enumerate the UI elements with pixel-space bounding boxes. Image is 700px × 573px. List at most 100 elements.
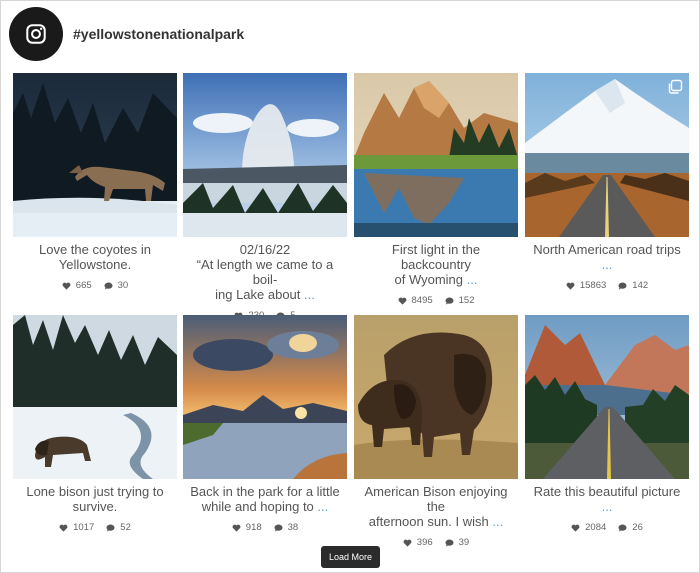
caption-line: Rate this beautiful picture ... (533, 484, 681, 514)
comments-count: 152 (458, 295, 475, 306)
caption-line: Lone bison just trying to (26, 484, 164, 499)
likes-count: 665 (75, 280, 92, 291)
caption-line: while and hoping to ... (201, 499, 329, 514)
likes: 1017 (59, 522, 94, 533)
comments-count: 26 (632, 522, 643, 533)
caption-line: ing Lake about ... (215, 287, 315, 302)
heart-icon (398, 297, 406, 305)
comments-count: 52 (120, 522, 131, 533)
likes-count: 2084 (585, 522, 607, 533)
comment-icon (445, 539, 454, 547)
caption-line: afternoon sun. I wish ... (368, 514, 504, 529)
post-image-valley-road[interactable] (525, 315, 689, 479)
post-card: North American road trips ... 15863 142 (525, 73, 689, 291)
caption-line: First light in the backcountry (391, 242, 481, 272)
caption-line: Love the coyotes in (38, 242, 152, 257)
caption-line: American Bison enjoying the (364, 484, 508, 514)
caption-more-link[interactable]: ... (602, 257, 613, 272)
feed-handle[interactable]: #yellowstonenationalpark (73, 26, 244, 42)
caption-line: “At length we came to a boil- (196, 257, 334, 287)
post-caption: First light in the backcountry of Wyomin… (354, 242, 518, 287)
post-card: Lone bison just trying to survive. 1017 … (13, 315, 177, 533)
post-stats: 8495 152 (354, 295, 518, 306)
instagram-feed: #yellowstonenationalpark Love the coyote… (0, 0, 700, 573)
caption-line: Yellowstone. (58, 257, 132, 272)
caption-more-link[interactable]: ... (317, 499, 328, 514)
post-caption: Rate this beautiful picture ... (525, 484, 689, 514)
post-image-geyser[interactable] (183, 73, 347, 237)
likes: 8495 (398, 295, 433, 306)
comment-icon (618, 282, 627, 290)
post-caption: 02/16/22 “At length we came to a boil- i… (183, 242, 347, 302)
load-more-button[interactable]: Load More (321, 546, 380, 568)
likes: 665 (62, 280, 92, 291)
comments: 30 (104, 280, 129, 291)
heart-icon (403, 539, 412, 547)
post-card: American Bison enjoying the afternoon su… (354, 315, 518, 548)
carousel-icon (668, 79, 683, 94)
caption-line: survive. (72, 499, 118, 514)
heart-icon (62, 282, 71, 290)
likes: 918 (232, 522, 262, 533)
heart-icon (59, 524, 68, 532)
heart-icon (232, 524, 241, 532)
caption-line: of Wyoming ... (394, 272, 478, 287)
comments: 152 (445, 295, 475, 306)
post-stats: 1017 52 (13, 522, 177, 533)
comment-icon (445, 297, 454, 305)
post-stats: 2084 26 (525, 522, 689, 533)
comment-icon (618, 524, 627, 532)
comment-icon (274, 524, 283, 532)
post-caption: Love the coyotes in Yellowstone. (13, 242, 177, 272)
caption-line: Back in the park for a little (190, 484, 340, 499)
likes: 396 (403, 537, 433, 548)
post-stats: 918 38 (183, 522, 347, 533)
post-image-mountain-lake[interactable] (354, 73, 518, 237)
post-image-sunset-lake[interactable] (183, 315, 347, 479)
post-image-coyote[interactable] (13, 73, 177, 237)
comments-count: 39 (458, 537, 470, 548)
comment-icon (106, 524, 115, 532)
post-caption: North American road trips ... (525, 242, 689, 272)
instagram-icon (26, 24, 46, 44)
feed-header: #yellowstonenationalpark (9, 7, 244, 61)
instagram-avatar[interactable] (9, 7, 63, 61)
comments: 52 (106, 522, 131, 533)
post-image-bison-snow[interactable] (13, 315, 177, 479)
likes-count: 15863 (579, 280, 607, 291)
comments: 38 (274, 522, 299, 533)
comments-count: 142 (632, 280, 649, 291)
post-card: First light in the backcountry of Wyomin… (354, 73, 518, 306)
post-image-bison-pair[interactable] (354, 315, 518, 479)
post-caption: American Bison enjoying the afternoon su… (354, 484, 518, 529)
post-stats: 665 30 (13, 280, 177, 291)
caption-more-link[interactable]: ... (602, 499, 613, 514)
heart-icon (566, 282, 575, 290)
post-caption: Lone bison just trying to survive. (13, 484, 177, 514)
likes-count: 1017 (73, 522, 95, 533)
post-card: 02/16/22 “At length we came to a boil- i… (183, 73, 347, 321)
caption-line: 02/16/22 (239, 242, 291, 257)
comments-count: 30 (117, 280, 129, 291)
likes-count: 8495 (411, 295, 433, 306)
caption-more-link[interactable]: ... (492, 514, 503, 529)
heart-icon (571, 524, 580, 532)
post-card: Back in the park for a little while and … (183, 315, 347, 533)
comments-count: 38 (287, 522, 299, 533)
post-card: Rate this beautiful picture ... 2084 26 (525, 315, 689, 533)
comments: 142 (618, 280, 648, 291)
post-caption: Back in the park for a little while and … (183, 484, 347, 514)
comment-icon (104, 282, 113, 290)
post-stats: 15863 142 (525, 280, 689, 291)
caption-line: North American road trips ... (533, 242, 681, 272)
post-card: Love the coyotes in Yellowstone. 665 30 (13, 73, 177, 291)
caption-more-link[interactable]: ... (467, 272, 478, 287)
likes-count: 918 (245, 522, 262, 533)
likes-count: 396 (416, 537, 433, 548)
likes: 2084 (571, 522, 606, 533)
comments: 39 (445, 537, 470, 548)
post-image-mountain-road[interactable] (525, 73, 689, 237)
likes: 15863 (566, 280, 606, 291)
caption-more-link[interactable]: ... (304, 287, 315, 302)
comments: 26 (618, 522, 643, 533)
